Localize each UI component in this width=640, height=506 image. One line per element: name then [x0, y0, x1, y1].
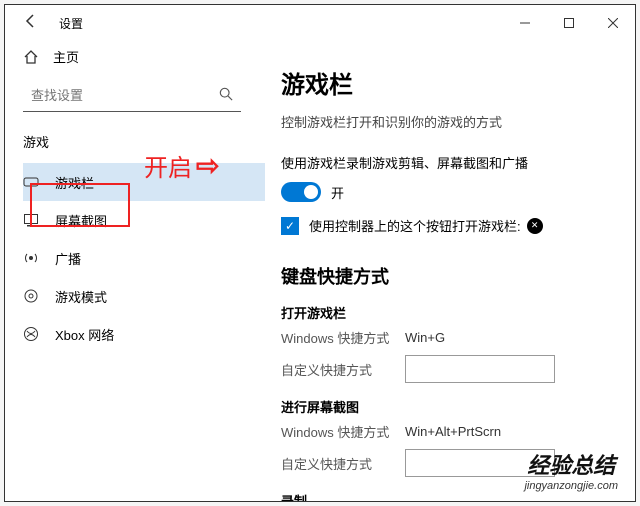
sidebar-item-broadcast[interactable]: 广播: [23, 239, 265, 277]
close-button[interactable]: [591, 7, 635, 39]
broadcast-icon: [23, 250, 39, 266]
sidebar-item-label: 屏幕截图: [55, 211, 107, 230]
shortcuts-heading: 键盘快捷方式: [281, 263, 619, 289]
app-title: 设置: [59, 15, 83, 32]
watermark-url: jingyanzongjie.com: [524, 480, 618, 492]
sidebar-item-label: 游戏栏: [55, 173, 94, 192]
shortcut-group-open: 打开游戏栏 Windows 快捷方式 Win+G 自定义快捷方式: [281, 303, 619, 383]
gamebar-toggle[interactable]: [281, 182, 321, 202]
titlebar: 设置: [5, 5, 635, 41]
back-button[interactable]: [19, 9, 43, 38]
controller-checkbox[interactable]: ✓: [281, 217, 299, 235]
screenshot-icon: [23, 212, 39, 228]
sidebar-item-screenshot[interactable]: 屏幕截图: [23, 201, 265, 239]
minimize-button[interactable]: [503, 7, 547, 39]
checkbox-label: 使用控制器上的这个按钮打开游戏栏:: [309, 216, 521, 235]
home-link[interactable]: 主页: [23, 47, 265, 66]
shortcut-group-record: 录制 Windows 快捷方式 Win+Alt+G 自定义快捷方式: [281, 491, 619, 501]
watermark-title: 经验总结: [524, 448, 618, 480]
page-title: 游戏栏: [281, 65, 619, 100]
home-label: 主页: [53, 47, 79, 66]
win-shortcut-value: Win+G: [405, 330, 445, 345]
xbox-button-icon: ✕: [527, 218, 543, 234]
group-heading: 进行屏幕截图: [281, 397, 619, 416]
custom-shortcut-label: 自定义快捷方式: [281, 454, 405, 473]
section-title: 游戏: [23, 132, 265, 151]
sidebar-item-xbox[interactable]: Xbox 网络: [23, 315, 265, 353]
toggle-state: 开: [331, 183, 344, 202]
xbox-icon: [23, 326, 39, 342]
win-shortcut-value: Win+Alt+PrtScrn: [405, 424, 501, 439]
group-heading: 打开游戏栏: [281, 303, 619, 322]
watermark: 经验总结 jingyanzongjie.com: [524, 448, 618, 492]
win-shortcut-label: Windows 快捷方式: [281, 422, 405, 441]
toggle-label: 使用游戏栏录制游戏剪辑、屏幕截图和广播: [281, 153, 619, 172]
sidebar-item-gamemode[interactable]: 游戏模式: [23, 277, 265, 315]
custom-shortcut-label: 自定义快捷方式: [281, 360, 405, 379]
search-box[interactable]: [23, 80, 241, 112]
maximize-button[interactable]: [547, 7, 591, 39]
gamebar-icon: [23, 174, 39, 190]
sidebar-item-label: Xbox 网络: [55, 325, 114, 344]
gamemode-icon: [23, 288, 39, 304]
content-pane: 游戏栏 控制游戏栏打开和识别你的游戏的方式 使用游戏栏录制游戏剪辑、屏幕截图和广…: [265, 41, 635, 501]
win-shortcut-label: Windows 快捷方式: [281, 328, 405, 347]
group-heading: 录制: [281, 491, 619, 501]
sidebar-item-label: 广播: [55, 249, 81, 268]
search-icon: [219, 87, 233, 104]
search-input[interactable]: [31, 88, 219, 103]
custom-shortcut-input[interactable]: [405, 355, 555, 383]
home-icon: [23, 49, 39, 65]
sidebar-item-gamebar[interactable]: 游戏栏: [23, 163, 265, 201]
page-description: 控制游戏栏打开和识别你的游戏的方式: [281, 112, 619, 131]
sidebar-item-label: 游戏模式: [55, 287, 107, 306]
sidebar: 主页 游戏 游戏栏 屏幕截图: [5, 41, 265, 501]
